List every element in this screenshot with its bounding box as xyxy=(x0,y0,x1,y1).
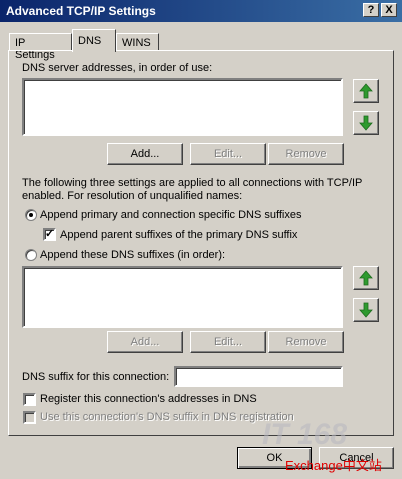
checkbox-use-suffix[interactable] xyxy=(23,411,36,424)
dns-suffix-label: DNS suffix for this connection: xyxy=(22,371,170,383)
tab-dns[interactable]: DNS xyxy=(72,29,116,52)
move-down-button[interactable] xyxy=(353,111,379,135)
arrow-up-icon xyxy=(359,83,373,99)
edit-server-label: Edit... xyxy=(213,148,243,160)
watermark-site: Exchange中文站 xyxy=(285,458,382,473)
checkmark-icon: ✓ xyxy=(45,228,55,240)
radio-append-these-label: Append these DNS suffixes (in order): xyxy=(40,249,226,261)
dns-suffix-input[interactable] xyxy=(174,366,343,387)
add-suffix-label: Add... xyxy=(130,336,160,348)
info-text-line1: The following three settings are applied… xyxy=(22,177,363,189)
radio-append-these[interactable] xyxy=(25,249,37,261)
arrow-up-icon xyxy=(359,270,373,286)
checkbox-append-parent-label: Append parent suffixes of the primary DN… xyxy=(60,229,298,241)
close-button[interactable]: X xyxy=(381,3,397,17)
dns-suffixes-listbox[interactable] xyxy=(22,266,343,328)
add-server-label: Add... xyxy=(130,148,160,160)
edit-server-button[interactable]: Edit... xyxy=(190,143,266,165)
add-suffix-button[interactable]: Add... xyxy=(107,331,183,353)
ok-label: OK xyxy=(266,452,283,464)
watermark-logo: IT 168 xyxy=(262,418,348,451)
checkbox-append-parent[interactable]: ✓ xyxy=(43,228,56,241)
suffix-move-down-button[interactable] xyxy=(353,298,379,322)
help-button[interactable]: ? xyxy=(363,3,379,17)
arrow-down-icon xyxy=(359,115,373,131)
radio-append-primary-label: Append primary and connection specific D… xyxy=(40,209,302,221)
title-bar[interactable]: Advanced TCP/IP Settings ? X xyxy=(0,0,402,22)
tab-wins[interactable]: WINS xyxy=(116,33,159,51)
add-server-button[interactable]: Add... xyxy=(107,143,183,165)
window-title: Advanced TCP/IP Settings xyxy=(6,4,156,18)
tab-ip-settings[interactable]: IP Settings xyxy=(9,33,72,61)
checkbox-use-suffix-label: Use this connection's DNS suffix in DNS … xyxy=(40,411,294,423)
checkbox-register-label: Register this connection's addresses in … xyxy=(40,393,257,405)
remove-server-button[interactable]: Remove xyxy=(268,143,344,165)
radio-append-primary[interactable] xyxy=(25,209,37,221)
move-up-button[interactable] xyxy=(353,79,379,103)
dns-servers-listbox[interactable] xyxy=(22,78,343,136)
remove-suffix-button[interactable]: Remove xyxy=(268,331,344,353)
suffix-move-up-button[interactable] xyxy=(353,266,379,290)
info-text-line2: enabled. For resolution of unqualified n… xyxy=(22,190,243,202)
remove-suffix-label: Remove xyxy=(285,336,327,348)
edit-suffix-label: Edit... xyxy=(213,336,243,348)
arrow-down-icon xyxy=(359,302,373,318)
checkbox-register[interactable] xyxy=(23,393,36,406)
edit-suffix-button[interactable]: Edit... xyxy=(190,331,266,353)
remove-server-label: Remove xyxy=(285,148,327,160)
dns-servers-label: DNS server addresses, in order of use: xyxy=(22,62,213,74)
